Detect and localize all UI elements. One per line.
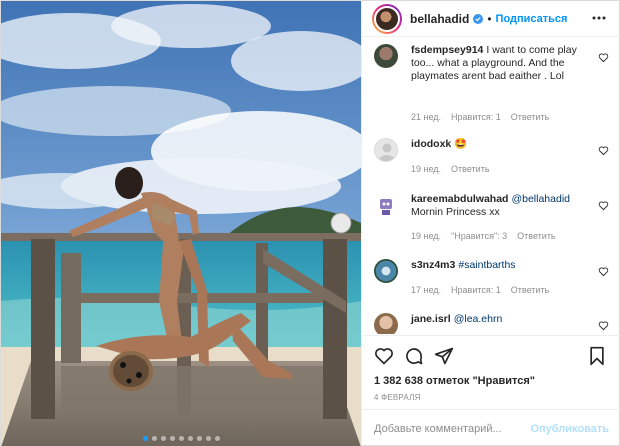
publish-button[interactable]: Опубликовать (530, 423, 609, 435)
beach-scene-image (1, 1, 361, 446)
commenter-avatar[interactable] (374, 138, 398, 162)
reply-button[interactable]: Ответить (451, 164, 489, 174)
carousel-dot[interactable] (205, 436, 211, 441)
comment-time[interactable]: 19 нед. (411, 164, 441, 174)
author-username[interactable]: bellahadid (410, 12, 469, 26)
carousel-dot[interactable] (151, 436, 157, 441)
comment-text: s3nz4m3 #saintbarths (411, 259, 586, 272)
carousel-dot[interactable] (178, 436, 184, 441)
comment-meta: 19 нед. Ответить (411, 164, 500, 174)
comment-input[interactable] (374, 422, 531, 435)
instagram-post: bellahadid • Подписаться fsdempsey914 I w… (0, 0, 620, 446)
comment-username[interactable]: jane.isrl (411, 313, 451, 325)
header-separator: • (487, 11, 492, 26)
comment-text: kareemabdulwahad @bellahadid Mornin Princ… (411, 193, 586, 219)
comment-time[interactable]: 17 нед. (411, 285, 441, 295)
reply-button[interactable]: Ответить (511, 285, 549, 295)
comment-text: idodoxk 🤩 (411, 138, 586, 151)
heart-icon[interactable] (598, 52, 609, 63)
bookmark-icon[interactable] (587, 346, 607, 366)
carousel-dot[interactable] (187, 436, 193, 441)
carousel-dot[interactable] (169, 436, 175, 441)
share-icon[interactable] (434, 346, 454, 366)
comment-time[interactable]: 21 нед. (411, 112, 441, 122)
carousel-dot[interactable] (142, 436, 148, 441)
carousel-dots (1, 436, 361, 441)
carousel-dot[interactable] (196, 436, 202, 441)
comment-mention[interactable]: @bellahadid (511, 193, 570, 205)
verified-icon (473, 13, 484, 24)
default-avatar-icon (379, 143, 395, 161)
reply-button[interactable]: Ответить (511, 112, 549, 122)
comment-username[interactable]: idodoxk (411, 138, 451, 150)
commenter-avatar[interactable] (374, 313, 398, 334)
post-date[interactable]: 4 февраля (374, 393, 421, 402)
carousel-dot[interactable] (160, 436, 166, 441)
commenter-avatar[interactable] (374, 44, 398, 68)
post-actions: 1 382 638 отметок "Нравится" 4 февраля (362, 335, 620, 409)
more-icon[interactable] (591, 11, 607, 25)
comment-meta: 19 нед. "Нравится": 3 Ответить (411, 231, 566, 241)
comment-hashtag[interactable]: #saintbarths (458, 259, 515, 271)
comment-body: Mornin Princess xx (411, 206, 500, 218)
comment-body: 🤩 (454, 138, 468, 150)
comment-likes[interactable]: Нравится: 1 (451, 285, 501, 295)
follow-button[interactable]: Подписаться (496, 13, 568, 25)
comment-username[interactable]: s3nz4m3 (411, 259, 455, 271)
post-sidebar: bellahadid • Подписаться fsdempsey914 I w… (361, 1, 620, 446)
heart-icon[interactable] (598, 320, 609, 331)
commenter-avatar[interactable] (374, 193, 398, 217)
comment-icon[interactable] (404, 346, 424, 366)
likes-count[interactable]: 1 382 638 отметок "Нравится" (374, 375, 535, 387)
reply-button[interactable]: Ответить (517, 231, 555, 241)
heart-icon[interactable] (598, 200, 609, 211)
post-header: bellahadid • Подписаться (362, 1, 620, 37)
comment-time[interactable]: 19 нед. (411, 231, 441, 241)
comment-likes[interactable]: Нравится: 1 (451, 112, 501, 122)
commenter-avatar[interactable] (374, 259, 398, 283)
comment-username[interactable]: kareemabdulwahad (411, 193, 508, 205)
comments-list[interactable]: fsdempsey914 I want to come play too... w… (362, 38, 620, 334)
comment-meta: 21 нед. Нравится: 1 Ответить (411, 112, 559, 122)
heart-icon[interactable] (374, 346, 394, 366)
comment-username[interactable]: fsdempsey914 (411, 44, 483, 56)
comment-mention[interactable]: @lea.ehrn (454, 313, 503, 325)
author-avatar[interactable] (372, 3, 402, 34)
carousel-dot[interactable] (214, 436, 220, 441)
comment-text: jane.isrl @lea.ehrn (411, 313, 586, 326)
robot-avatar-icon (380, 199, 392, 215)
comment-meta: 17 нед. Нравится: 1 Ответить (411, 285, 559, 295)
comment-likes[interactable]: "Нравится": 3 (451, 231, 507, 241)
add-comment-bar: Опубликовать (362, 409, 620, 446)
post-photo[interactable] (1, 1, 361, 446)
comment-text: fsdempsey914 I want to come play too... w… (411, 44, 586, 83)
heart-icon[interactable] (598, 145, 609, 156)
heart-icon[interactable] (598, 266, 609, 277)
